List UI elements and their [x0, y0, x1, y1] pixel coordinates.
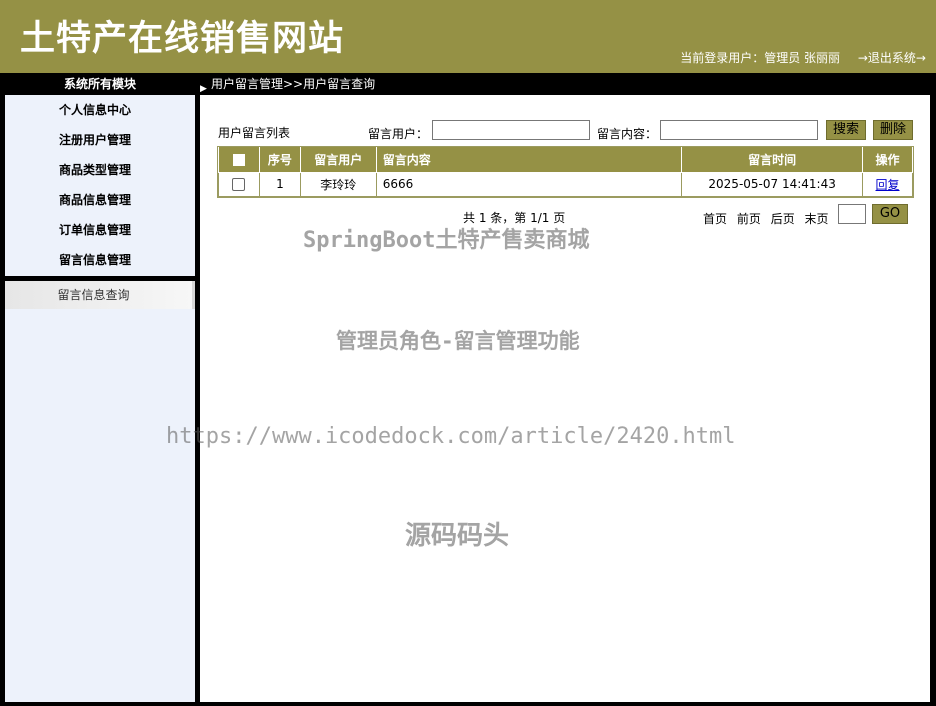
row-time: 2025-05-07 14:41:43: [681, 171, 864, 197]
app-window: 土特产在线销售网站 当前登录用户：管理员 张丽丽 →退出系统→ 系统所有模块 ▶…: [0, 0, 936, 706]
pager-links: 首页 前页 后页 末页: [703, 210, 835, 227]
watermark-url: https://www.icodedock.com/article/2420.h…: [166, 424, 736, 449]
select-all-header: [218, 147, 260, 173]
col-user: 留言用户: [299, 147, 377, 173]
first-page-link[interactable]: 首页: [703, 212, 727, 226]
sidebar-item-orders[interactable]: 订单信息管理: [5, 215, 195, 245]
nav-bar: 系统所有模块 ▶ 用户留言管理>>用户留言查询: [0, 73, 936, 95]
watermark-title: SpringBoot土特产售卖商城: [303, 228, 590, 253]
sidebar-item-messages[interactable]: 留言信息管理: [5, 245, 195, 275]
table-header-row: 序号 留言用户 留言内容 留言时间 操作: [218, 147, 913, 173]
site-title: 土特产在线销售网站: [20, 19, 345, 59]
row-select-cell: [218, 171, 260, 197]
row-index: 1: [258, 171, 301, 197]
row-action-cell: 回复: [862, 171, 913, 197]
search-toolbar: 用户留言列表 留言用户： 留言内容： 搜索 删除: [218, 119, 913, 141]
search-button[interactable]: 搜索: [826, 120, 866, 140]
row-content: 6666: [375, 171, 683, 197]
row-checkbox[interactable]: [232, 178, 246, 191]
current-user-text: 当前登录用户：管理员 张丽丽: [680, 51, 841, 65]
col-time: 留言时间: [681, 147, 864, 173]
content-filter-input[interactable]: [660, 120, 818, 140]
site-header: 土特产在线销售网站 当前登录用户：管理员 张丽丽 →退出系统→: [0, 0, 936, 73]
user-filter-input[interactable]: [432, 120, 590, 140]
breadcrumb: ▶ 用户留言管理>>用户留言查询: [200, 73, 376, 95]
next-page-link[interactable]: 后页: [771, 212, 795, 226]
reply-link[interactable]: 回复: [876, 178, 900, 192]
breadcrumb-text: 用户留言管理>>用户留言查询: [211, 77, 376, 91]
user-info: 当前登录用户：管理员 张丽丽 →退出系统→: [680, 49, 926, 66]
sidebar: 个人信息中心 注册用户管理 商品类型管理 商品信息管理 订单信息管理 留言信息管…: [5, 95, 195, 702]
main-content: 用户留言列表 留言用户： 留言内容： 搜索 删除 序号 留言用户 留言内容 留言…: [200, 95, 930, 702]
content-filter-label: 留言内容：: [597, 127, 658, 141]
page-number-input[interactable]: [838, 204, 866, 224]
modules-title: 系统所有模块: [63, 77, 136, 91]
prev-page-link[interactable]: 前页: [737, 212, 761, 226]
sidebar-item-product-types[interactable]: 商品类型管理: [5, 155, 195, 185]
list-title: 用户留言列表: [218, 126, 291, 140]
sidebar-item-products[interactable]: 商品信息管理: [5, 185, 195, 215]
col-content: 留言内容: [375, 147, 683, 173]
go-button[interactable]: GO: [872, 204, 908, 224]
table-row: 1 李玲玲 6666 2025-05-07 14:41:43 回复: [218, 171, 913, 197]
logout-link[interactable]: →退出系统→: [858, 51, 926, 65]
user-filter-label: 留言用户：: [368, 127, 429, 141]
watermark-brand: 源码码头: [405, 521, 510, 551]
message-table: 序号 留言用户 留言内容 留言时间 操作 1 李玲玲 6666 2025-05-…: [217, 146, 914, 198]
last-page-link[interactable]: 末页: [805, 212, 829, 226]
watermark-subtitle: 管理员角色-留言管理功能: [336, 329, 580, 353]
select-all-checkbox[interactable]: [232, 153, 245, 166]
row-user: 李玲玲: [299, 171, 377, 197]
delete-button[interactable]: 删除: [873, 120, 913, 140]
sidebar-item-profile[interactable]: 个人信息中心: [5, 95, 195, 125]
submenu-item-message-query[interactable]: 留言信息查询: [5, 281, 195, 309]
sidebar-item-users[interactable]: 注册用户管理: [5, 125, 195, 155]
col-index: 序号: [258, 147, 301, 173]
col-action: 操作: [862, 147, 913, 173]
